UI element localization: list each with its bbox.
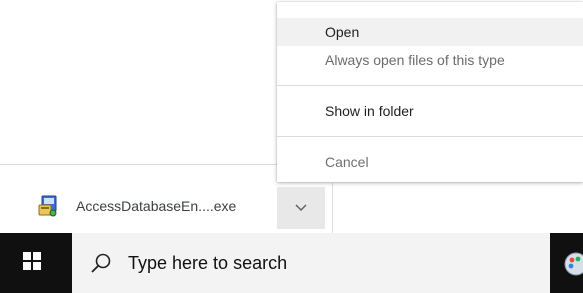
menu-item-show-in-folder[interactable]: Show in folder xyxy=(277,97,583,125)
menu-separator xyxy=(277,85,583,86)
installer-icon xyxy=(36,194,60,218)
menu-item-label: Show in folder xyxy=(325,103,414,119)
menu-item-always-open[interactable]: Always open files of this type xyxy=(277,46,583,74)
paint-app-icon[interactable] xyxy=(563,251,583,277)
taskbar-search-box[interactable]: Type here to search xyxy=(72,233,550,293)
menu-item-label: Open xyxy=(325,24,360,40)
download-file-name[interactable]: AccessDatabaseEn....exe xyxy=(76,197,236,215)
taskbar: Type here to search xyxy=(0,233,583,293)
chevron-down-icon xyxy=(294,199,308,217)
search-placeholder: Type here to search xyxy=(128,253,288,273)
menu-separator xyxy=(277,136,583,137)
start-button[interactable] xyxy=(0,233,64,293)
menu-item-cancel[interactable]: Cancel xyxy=(277,148,583,176)
menu-item-label: Cancel xyxy=(325,154,369,170)
menu-item-open[interactable]: Open xyxy=(277,18,583,46)
download-item-divider xyxy=(332,183,333,233)
search-icon xyxy=(90,252,112,274)
windows-logo-icon xyxy=(23,251,41,275)
menu-item-label: Always open files of this type xyxy=(325,52,505,68)
download-context-menu: Open Always open files of this type Show… xyxy=(277,2,583,182)
download-menu-toggle-button[interactable] xyxy=(277,187,325,229)
